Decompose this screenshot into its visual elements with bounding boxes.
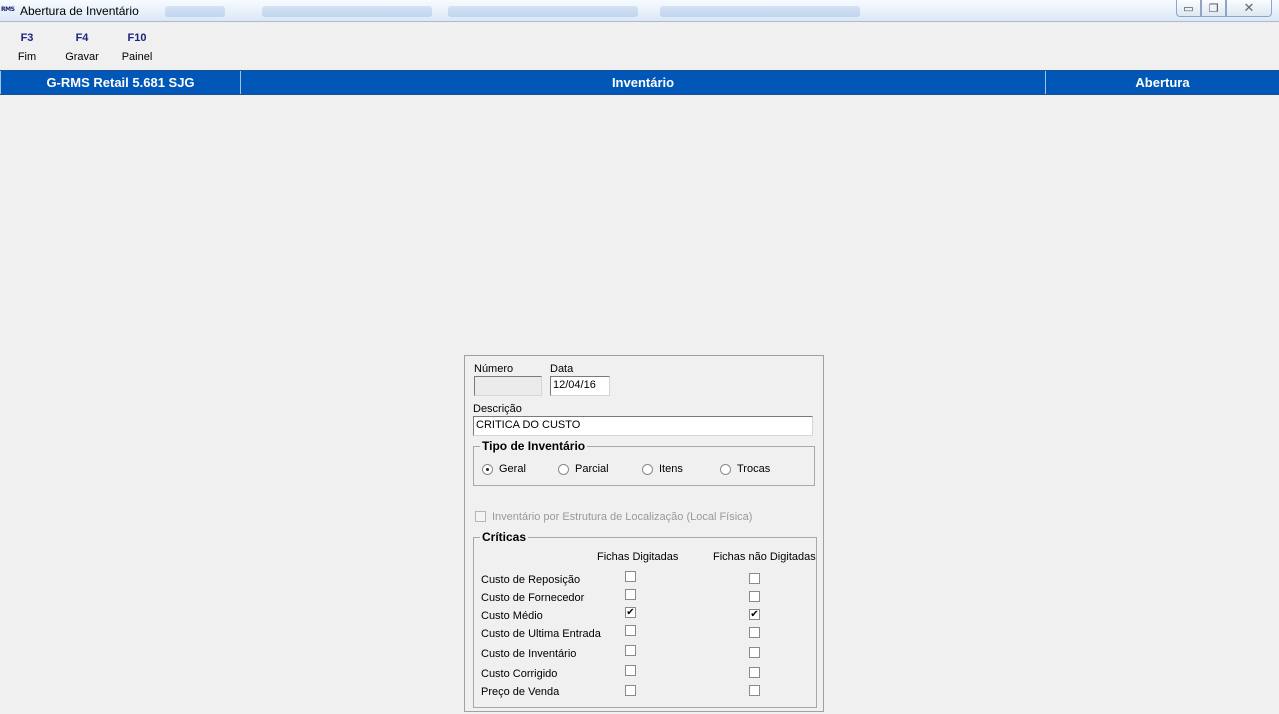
custo-corrigido-digitadas-checkbox[interactable] xyxy=(625,665,636,676)
descricao-label: Descrição xyxy=(473,403,522,415)
custo-reposicao-nao-digitadas-checkbox[interactable] xyxy=(749,573,760,584)
radio-label: Geral xyxy=(499,463,526,475)
radio-label: Itens xyxy=(659,463,683,475)
screen-name: Abertura xyxy=(1135,75,1190,90)
custo-inventario-digitadas-checkbox[interactable] xyxy=(625,645,636,656)
system-name: G-RMS Retail 5.681 SJG xyxy=(0,71,241,94)
fkey-label: Painel xyxy=(121,51,153,63)
tipo-inventario-group: Tipo de Inventário Geral Parcial Itens T… xyxy=(473,439,815,486)
fkey-label: Fim xyxy=(17,51,37,63)
custo-ultima-entrada-nao-digitadas-checkbox[interactable] xyxy=(749,627,760,638)
abertura-panel: Número Data 12/04/16 Descrição CRITICA D… xyxy=(464,355,824,712)
col-fichas-digitadas: Fichas Digitadas xyxy=(597,551,679,563)
preco-venda-digitadas-checkbox[interactable] xyxy=(625,685,636,696)
radio-geral[interactable]: Geral xyxy=(482,463,526,475)
close-button[interactable]: ✕ xyxy=(1226,0,1272,17)
critica-label: Custo de Fornecedor xyxy=(481,592,585,604)
radio-button-icon xyxy=(720,463,731,475)
radio-parcial[interactable]: Parcial xyxy=(558,463,609,475)
preco-venda-nao-digitadas-checkbox[interactable] xyxy=(749,685,760,696)
numero-field[interactable] xyxy=(474,376,542,396)
fkey-code: F3 xyxy=(20,32,34,44)
critica-label: Custo de Reposição xyxy=(481,574,581,586)
radio-itens[interactable]: Itens xyxy=(642,463,683,475)
blurred-taskbar-item xyxy=(262,6,432,17)
custo-fornecedor-digitadas-checkbox[interactable] xyxy=(625,589,636,600)
custo-medio-nao-digitadas-checkbox[interactable]: ✔ xyxy=(749,609,760,620)
f3-fim-button[interactable]: F3 Fim xyxy=(7,32,47,63)
radio-label: Parcial xyxy=(575,463,609,475)
radio-trocas[interactable]: Trocas xyxy=(720,463,770,475)
custo-fornecedor-nao-digitadas-checkbox[interactable] xyxy=(749,591,760,602)
restore-button[interactable]: ❐ xyxy=(1201,0,1226,17)
blurred-taskbar-item xyxy=(165,6,225,17)
fkey-code: F4 xyxy=(75,32,89,44)
critica-label: Custo de Inventário xyxy=(481,648,577,660)
critica-label: Custo Médio xyxy=(481,610,543,622)
f10-painel-button[interactable]: F10 Painel xyxy=(117,32,157,63)
title-bar[interactable]: RMS Abertura de Inventário ▭ ❐ ✕ xyxy=(0,0,1279,22)
radio-button-icon xyxy=(482,463,493,475)
radio-button-icon xyxy=(558,463,569,475)
custo-corrigido-nao-digitadas-checkbox[interactable] xyxy=(749,667,760,678)
critica-label: Preço de Venda xyxy=(481,686,560,698)
col-fichas-nao-digitadas: Fichas não Digitadas xyxy=(713,551,816,563)
critica-label: Custo de Ultima Entrada xyxy=(481,628,601,640)
criticas-group: Críticas Fichas Digitadas Fichas não Dig… xyxy=(473,530,817,708)
minimize-icon: ▭ xyxy=(1183,2,1194,15)
estrutura-localizacao-checkbox[interactable] xyxy=(475,511,486,522)
f4-gravar-button[interactable]: F4 Gravar xyxy=(62,32,102,63)
criticas-title: Críticas xyxy=(480,530,529,544)
estrutura-localizacao-label: Inventário por Estrutura de Localização … xyxy=(492,511,753,523)
custo-reposicao-digitadas-checkbox[interactable] xyxy=(625,571,636,582)
radio-button-icon xyxy=(642,463,653,475)
blurred-taskbar-item xyxy=(660,6,860,17)
window-title: Abertura de Inventário xyxy=(20,4,139,18)
custo-inventario-nao-digitadas-checkbox[interactable] xyxy=(749,647,760,658)
app-logo-icon: RMS xyxy=(1,6,15,13)
data-field[interactable]: 12/04/16 xyxy=(550,376,610,396)
minimize-button[interactable]: ▭ xyxy=(1176,0,1201,17)
numero-label: Número xyxy=(474,363,514,375)
custo-medio-digitadas-checkbox[interactable]: ✔ xyxy=(625,607,636,618)
data-label: Data xyxy=(550,363,574,375)
fkey-label: Gravar xyxy=(65,51,99,63)
module-name: Inventário xyxy=(241,71,1046,94)
fkey-code: F10 xyxy=(127,32,147,44)
critica-label: Custo Corrigido xyxy=(481,668,558,680)
header-band: G-RMS Retail 5.681 SJG Inventário Abertu… xyxy=(0,70,1279,95)
descricao-field[interactable]: CRITICA DO CUSTO xyxy=(473,416,813,436)
restore-icon: ❐ xyxy=(1208,2,1219,15)
radio-label: Trocas xyxy=(737,463,771,475)
close-icon: ✕ xyxy=(1243,0,1255,15)
custo-ultima-entrada-digitadas-checkbox[interactable] xyxy=(625,625,636,636)
tipo-inventario-title: Tipo de Inventário xyxy=(480,439,588,453)
blurred-taskbar-item xyxy=(448,6,638,17)
